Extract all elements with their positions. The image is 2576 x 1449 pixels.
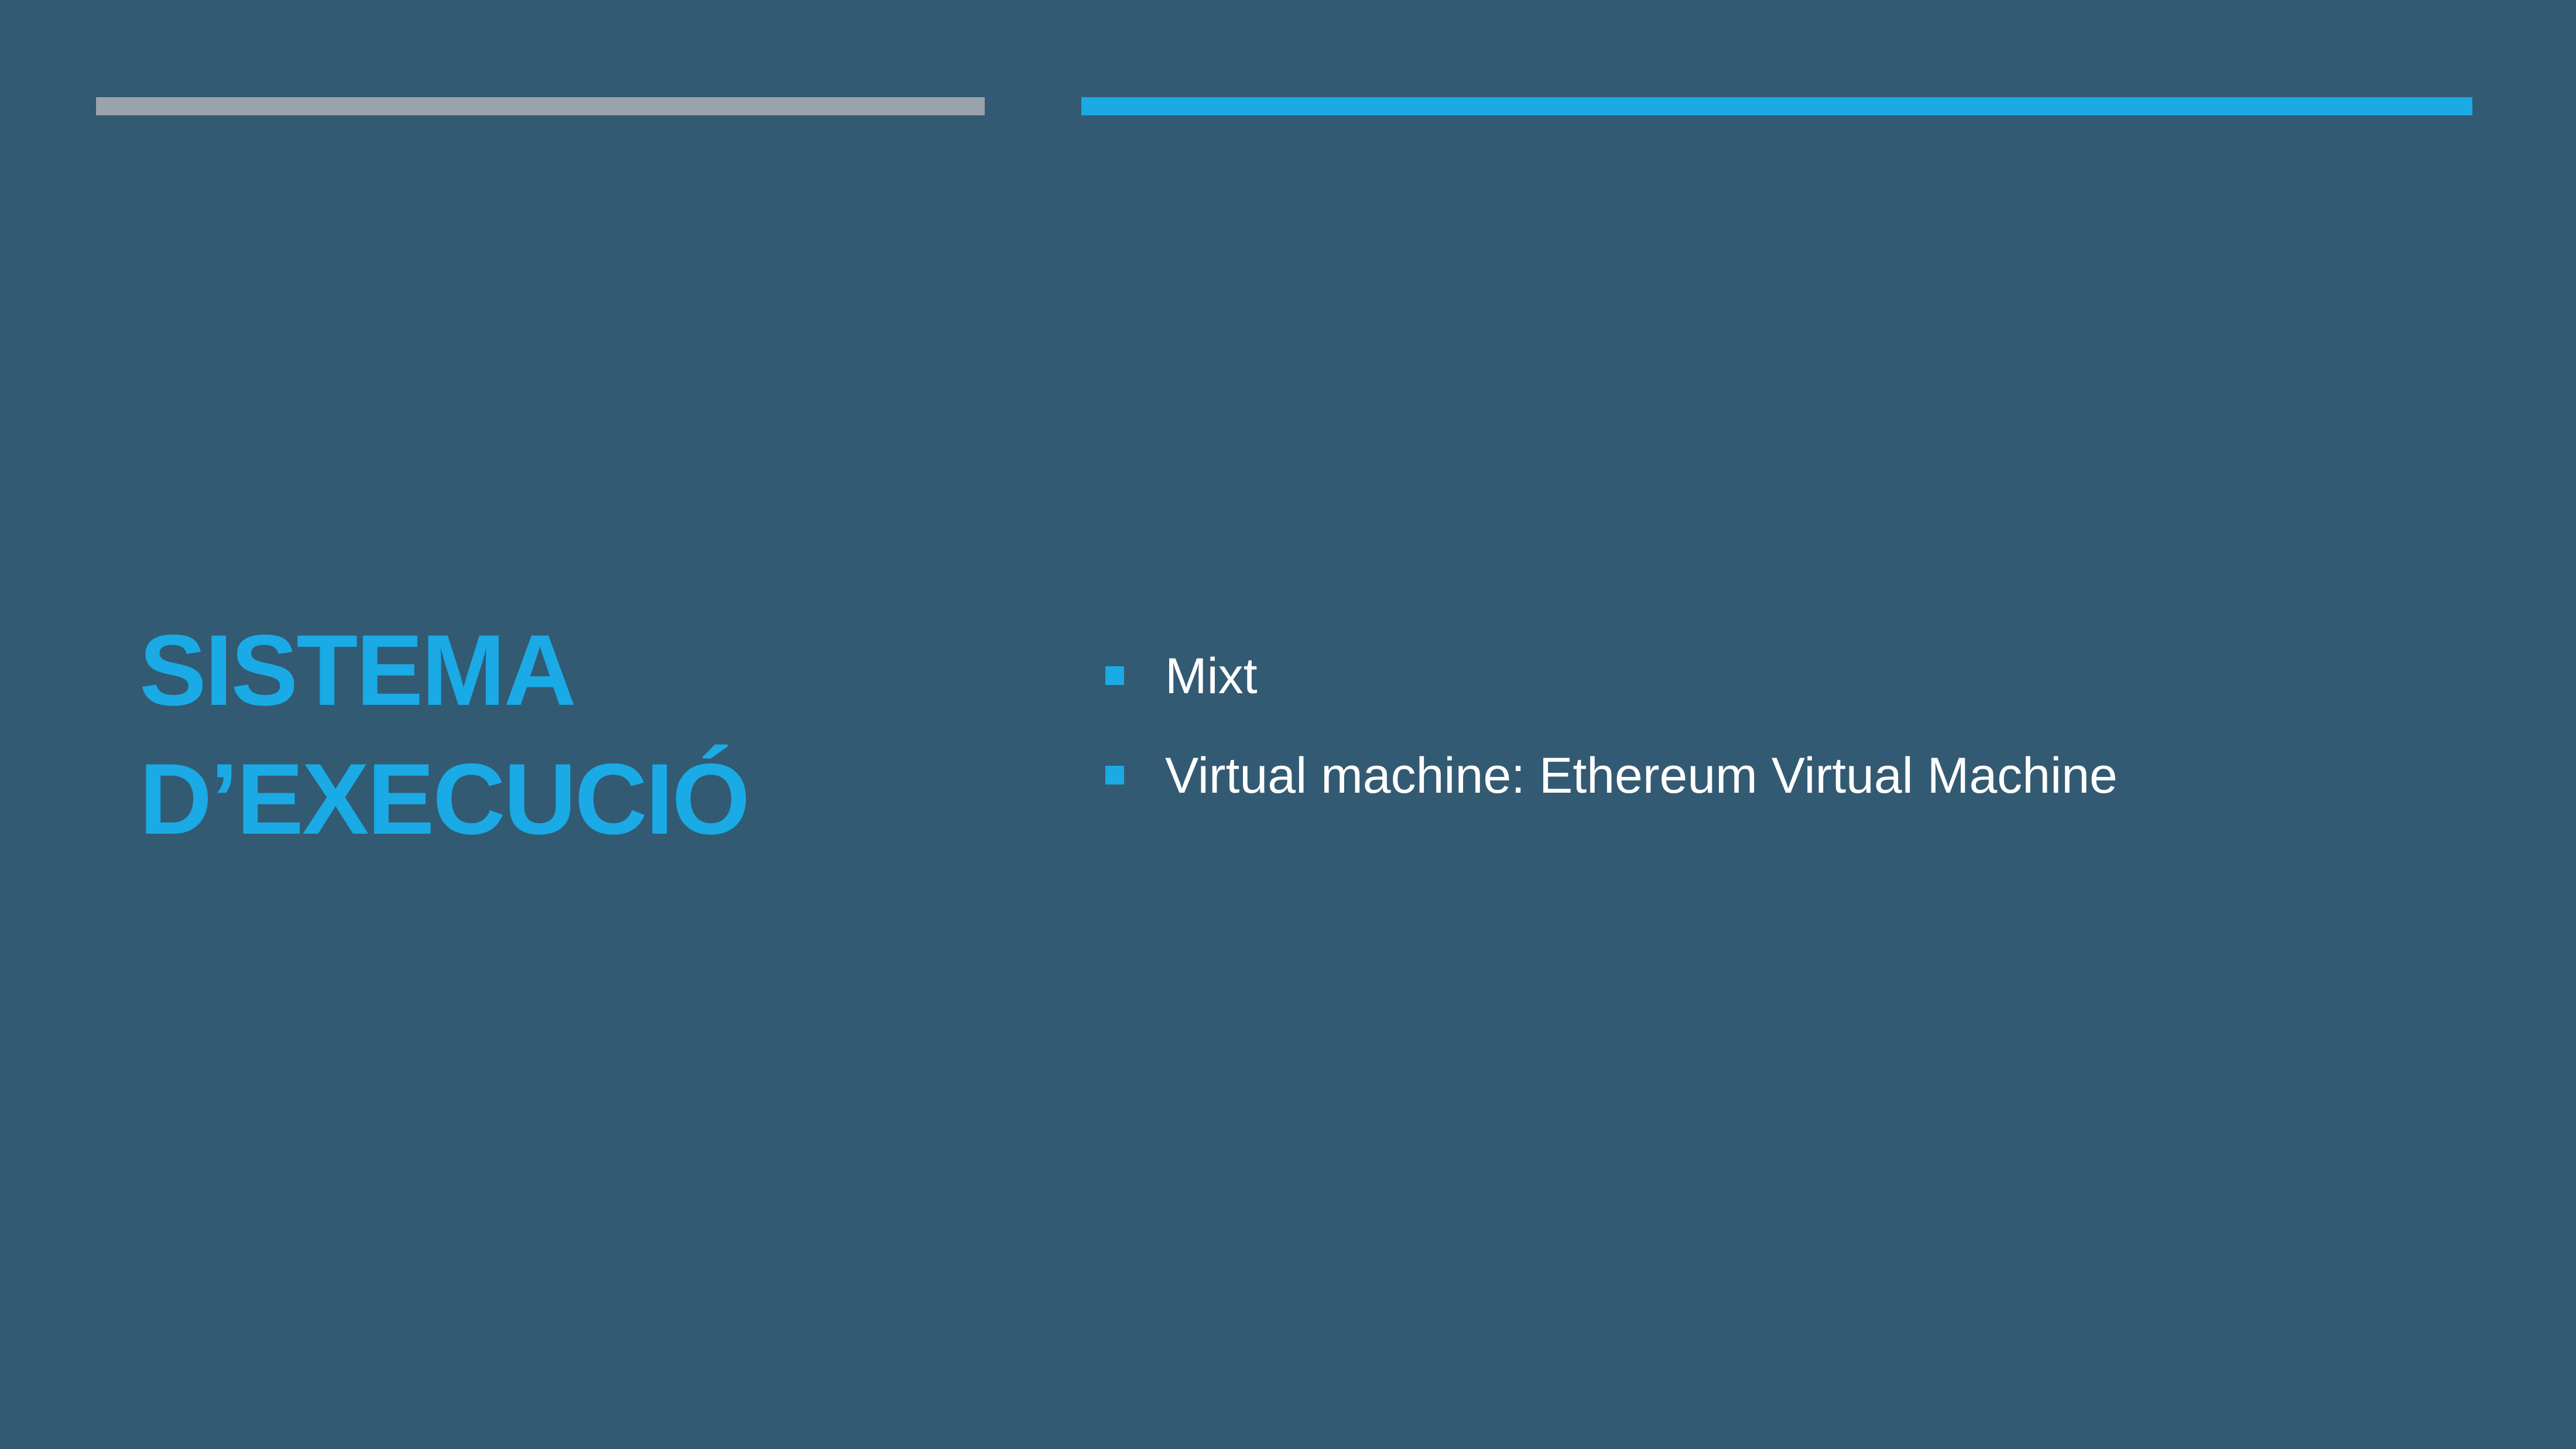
slide-title: SISTEMA D’EXECUCIÓ [139, 606, 947, 864]
bullet-text: Mixt [1165, 648, 1258, 704]
list-item: Virtual machine: Ethereum Virtual Machin… [1101, 744, 2447, 843]
decorative-bar-gray [96, 97, 985, 115]
title-line-2: D’EXECUCIÓ [139, 743, 750, 855]
square-bullet-icon [1105, 666, 1124, 685]
decorative-bar-blue [1081, 97, 2472, 115]
slide: SISTEMA D’EXECUCIÓ Mixt Virtual machine:… [0, 0, 2576, 1449]
title-line-1: SISTEMA [139, 614, 577, 727]
bullet-text: Virtual machine: Ethereum Virtual Machin… [1165, 748, 2118, 804]
square-bullet-icon [1105, 766, 1124, 785]
bullet-list: Mixt Virtual machine: Ethereum Virtual M… [1101, 644, 2447, 843]
list-item: Mixt [1101, 644, 2447, 744]
